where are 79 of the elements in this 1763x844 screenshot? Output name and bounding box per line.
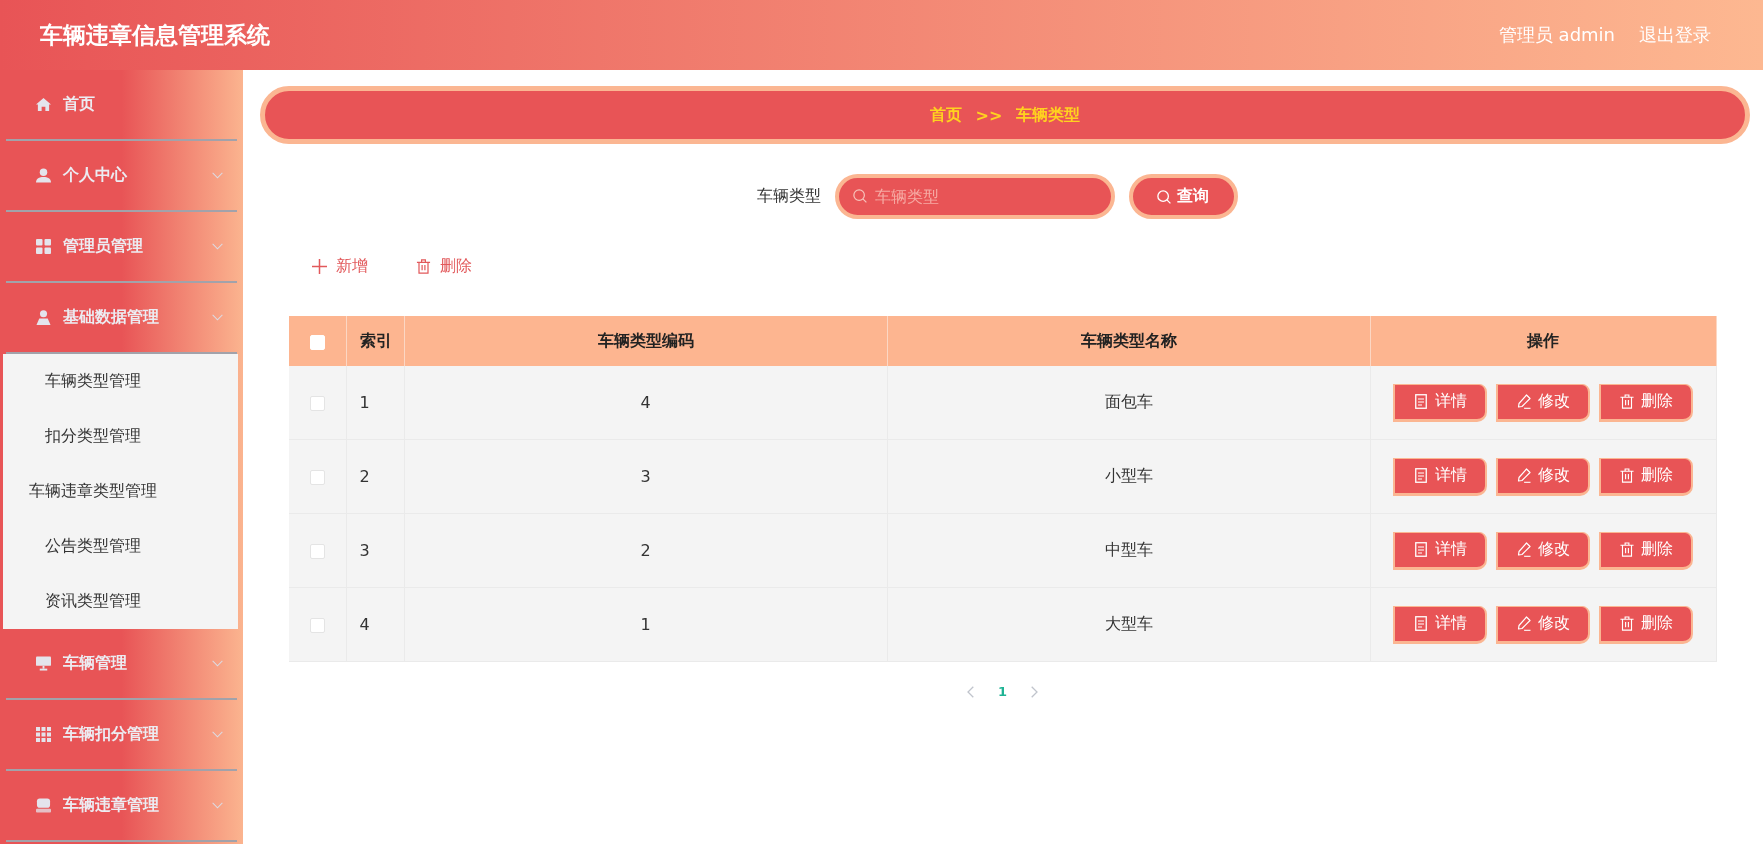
- menu-item[interactable]: 个人中心: [6, 141, 237, 212]
- app-title: 车辆违章信息管理系统: [40, 20, 270, 50]
- breadcrumb-separator: >>: [975, 105, 1003, 125]
- table-cell: 1: [404, 587, 887, 662]
- menu-item[interactable]: 管理员管理: [6, 212, 237, 283]
- plus-icon: [312, 259, 327, 274]
- detail-button[interactable]: 详情: [1393, 457, 1487, 496]
- menu-item[interactable]: 车辆扣分管理: [6, 700, 237, 771]
- page-number[interactable]: 1: [997, 684, 1007, 699]
- chevron-down-icon: [212, 660, 223, 667]
- trash-icon: [1619, 616, 1634, 631]
- chevron-down-icon: [212, 802, 223, 809]
- delete-button[interactable]: 删除: [1599, 605, 1693, 644]
- grid-icon: [36, 239, 51, 254]
- edit-button[interactable]: 修改: [1496, 531, 1590, 570]
- search-icon: [1157, 189, 1171, 204]
- home-icon: [36, 97, 51, 112]
- detail-button[interactable]: 详情: [1393, 383, 1487, 422]
- table-cell: 4: [404, 366, 887, 440]
- table-cell: 1: [346, 366, 404, 440]
- edit-button[interactable]: 修改: [1496, 383, 1590, 422]
- table-cell: 2: [404, 513, 887, 588]
- table-cell: 3: [346, 513, 404, 588]
- search-field[interactable]: 车辆类型: [834, 174, 1115, 219]
- trash-icon: [416, 259, 431, 274]
- checkbox[interactable]: [309, 470, 325, 485]
- table-cell: 4: [346, 587, 404, 662]
- detail-button[interactable]: 详情: [1393, 605, 1487, 644]
- search-label: 车辆类型: [756, 186, 821, 207]
- admin-user-label: 管理员 admin: [1498, 23, 1615, 47]
- add-button[interactable]: 新增: [304, 252, 376, 281]
- document-icon: [1413, 542, 1428, 557]
- chevron-down-icon: [212, 172, 223, 179]
- delete-button[interactable]: 删除: [1599, 531, 1693, 570]
- submenu-item[interactable]: 资讯类型管理: [3, 574, 238, 629]
- table-cell: 3: [404, 439, 887, 514]
- pencil-icon: [1516, 468, 1531, 483]
- pencil-icon: [1516, 616, 1531, 631]
- grid-icon: [36, 727, 51, 742]
- trash-icon: [1619, 542, 1634, 557]
- submenu-item[interactable]: 车辆违章类型管理: [3, 464, 238, 519]
- monitor-icon: [36, 656, 51, 671]
- query-button[interactable]: 查询: [1128, 174, 1238, 219]
- delete-button[interactable]: 删除: [408, 252, 480, 281]
- menu-item[interactable]: 车辆管理: [6, 629, 237, 700]
- submenu-item[interactable]: 车辆类型管理: [3, 354, 238, 409]
- edit-button[interactable]: 修改: [1496, 457, 1590, 496]
- document-icon: [1413, 616, 1428, 631]
- submenu-item[interactable]: 公告类型管理: [3, 519, 238, 574]
- search-icon: [852, 189, 867, 203]
- checkbox[interactable]: [309, 618, 325, 633]
- chevron-down-icon: [212, 314, 223, 321]
- table-cell: 2: [346, 439, 404, 514]
- breadcrumb-link[interactable]: 首页: [929, 104, 962, 126]
- document-icon: [1413, 394, 1428, 409]
- tray-icon: [36, 798, 51, 813]
- table-cell: 小型车: [887, 439, 1370, 514]
- checkbox[interactable]: [309, 396, 325, 411]
- edit-button[interactable]: 修改: [1496, 605, 1590, 644]
- document-icon: [1413, 468, 1428, 483]
- trash-icon: [1619, 468, 1634, 483]
- user-icon: [36, 168, 51, 183]
- table-cell: 中型车: [887, 513, 1370, 588]
- table-cell: 面包车: [887, 366, 1370, 440]
- menu-item[interactable]: 车辆违章管理: [6, 771, 237, 842]
- chevron-down-icon: [212, 731, 223, 738]
- menu-item[interactable]: 首页: [6, 70, 237, 141]
- pencil-icon: [1516, 394, 1531, 409]
- breadcrumb-current: 车辆类型: [1016, 104, 1081, 126]
- detail-button[interactable]: 详情: [1393, 531, 1487, 570]
- submenu-item[interactable]: 扣分类型管理: [3, 409, 238, 464]
- delete-button[interactable]: 删除: [1599, 383, 1693, 422]
- table-cell: 大型车: [887, 587, 1370, 662]
- chevron-down-icon: [212, 243, 223, 250]
- checkbox[interactable]: [309, 544, 325, 559]
- delete-button[interactable]: 删除: [1599, 457, 1693, 496]
- trash-icon: [1619, 394, 1634, 409]
- pencil-icon: [1516, 542, 1531, 557]
- user-icon: [36, 310, 51, 325]
